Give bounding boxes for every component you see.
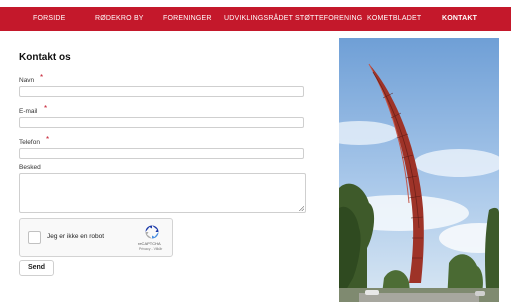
message-label: Besked — [19, 164, 41, 171]
email-required-mark: * — [44, 104, 48, 113]
nav-item-foreninger[interactable]: FORENINGER — [163, 7, 212, 31]
nav-item-kometbladet[interactable]: KOMETBLADET — [367, 7, 421, 31]
recaptcha-widget: Jeg er ikke en robot reCAPTCHA Privacy -… — [19, 218, 173, 257]
nav-item-udviklingsradet[interactable]: UDVIKLINGSRÅDET — [224, 7, 293, 31]
main-nav: FORSIDE RØDEKRO BY FORENINGER UDVIKLINGS… — [0, 7, 511, 31]
name-label: Navn — [19, 77, 35, 84]
email-label: E-mail — [19, 108, 38, 115]
message-textarea[interactable] — [19, 173, 306, 213]
recaptcha-checkbox[interactable] — [28, 231, 41, 244]
name-required-mark: * — [40, 73, 44, 82]
send-button[interactable]: Send — [19, 260, 54, 276]
recaptcha-label: Jeg er ikke en robot — [47, 233, 105, 240]
page-title: Kontakt os — [19, 52, 71, 63]
nav-item-rodekro-by[interactable]: RØDEKRO BY — [95, 7, 144, 31]
recaptcha-brand: reCAPTCHA — [138, 241, 161, 246]
top-strip — [0, 0, 511, 7]
nav-item-kontakt[interactable]: KONTAKT — [442, 7, 477, 31]
email-input[interactable] — [19, 117, 304, 128]
phone-input[interactable] — [19, 148, 304, 159]
recaptcha-links[interactable]: Privacy - Vilkår — [139, 247, 162, 251]
nav-item-forside[interactable]: FORSIDE — [33, 7, 66, 31]
nav-item-stotteforening[interactable]: STØTTEFORENING — [295, 7, 362, 31]
comet-sculpture-photo — [339, 38, 499, 302]
recaptcha-logo-icon — [145, 225, 159, 239]
phone-label: Telefon — [19, 139, 40, 146]
textarea-resize-icon[interactable] — [299, 206, 304, 211]
name-input[interactable] — [19, 86, 304, 97]
phone-required-mark: * — [46, 135, 50, 144]
